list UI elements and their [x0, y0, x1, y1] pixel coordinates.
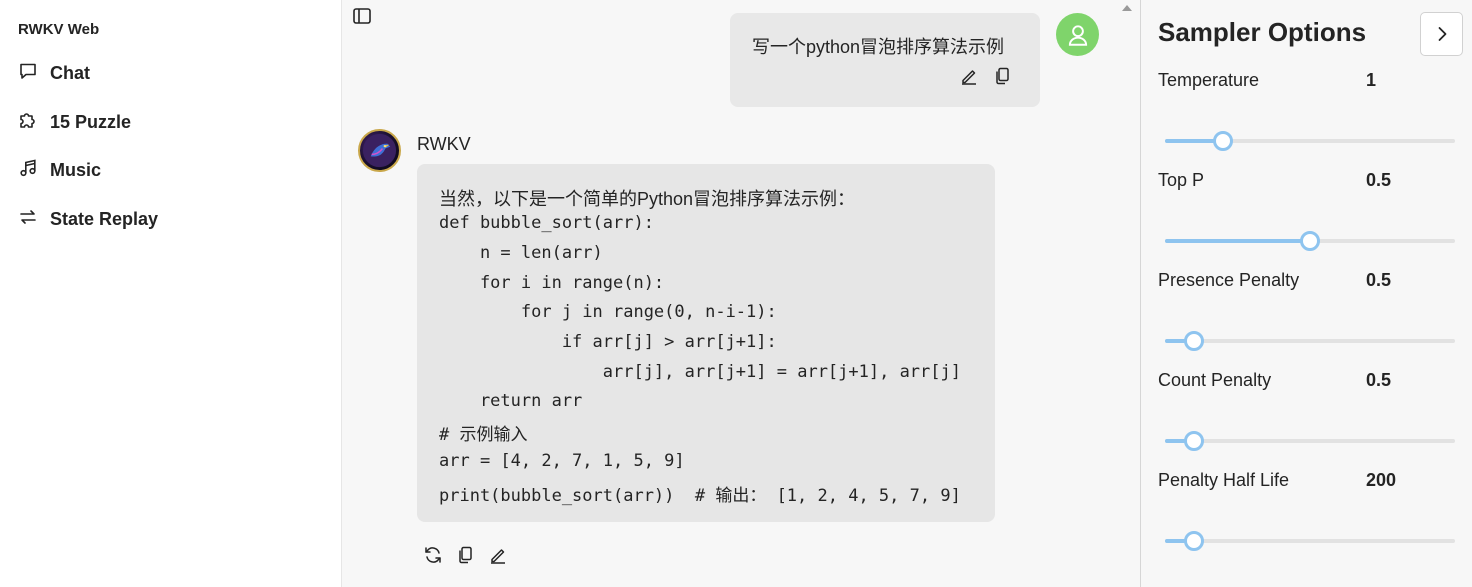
code-line: for i in range(n): [439, 273, 665, 293]
sidebar-item-state-replay[interactable]: State Replay [18, 206, 158, 232]
slider-thumb[interactable] [1300, 231, 1320, 251]
code-line: return arr [439, 391, 583, 411]
panel-toggle-icon [353, 8, 371, 24]
count-penalty-label: Count Penalty [1158, 370, 1272, 390]
presence-penalty-slider[interactable] [1165, 331, 1455, 351]
regenerate-button[interactable] [422, 544, 444, 566]
raven-logo-icon [362, 133, 397, 168]
edit-message-button[interactable] [958, 65, 980, 87]
penalty-half-life-value: 200 [1366, 470, 1397, 490]
user-message-bubble: 写一个python冒泡排序算法示例 [730, 13, 1040, 107]
copy-icon [459, 546, 472, 564]
sidebar-item-15-puzzle[interactable]: 15 Puzzle [18, 109, 131, 135]
collapse-panel-button[interactable] [1420, 12, 1463, 56]
top-p-label: Top P [1158, 170, 1205, 190]
penalty-half-life-slider[interactable] [1165, 531, 1455, 551]
presence-penalty-label: Presence Penalty [1158, 270, 1300, 290]
code-line: arr = [4, 2, 7, 1, 5, 9] [439, 451, 685, 471]
sampler-options-panel: Sampler Options Temperature 1 Top P 0.5 … [1140, 0, 1472, 587]
temperature-value: 1 [1366, 70, 1377, 90]
music-note-icon [18, 158, 38, 183]
copy-message-button[interactable] [991, 65, 1013, 87]
top-p-value: 0.5 [1366, 170, 1392, 190]
user-message-text: 写一个python冒泡排序算法示例 [752, 37, 1005, 57]
bot-name: RWKV [417, 134, 471, 154]
copy-response-button[interactable] [454, 544, 476, 566]
replay-arrows-icon [18, 207, 38, 232]
sidebar-item-label: Chat [50, 62, 90, 83]
chat-area: 写一个python冒泡排序算法示例 RWKV 当然，以下是一个简单的Python… [342, 0, 1116, 587]
temperature-slider[interactable] [1165, 131, 1455, 151]
brand-title: RWKV Web [18, 21, 100, 38]
copy-icon [996, 67, 1009, 85]
slider-fill [1165, 239, 1310, 243]
count-penalty-value: 0.5 [1366, 370, 1392, 390]
code-line: arr[j], arr[j+1] = arr[j+1], arr[j] [439, 362, 961, 382]
sidebar: RWKV Web Chat 15 Puzzle Music State Repl… [0, 0, 342, 587]
puzzle-icon [18, 110, 38, 135]
pencil-icon [491, 549, 505, 564]
code-line: n = len(arr) [439, 243, 603, 263]
bot-message-bubble: 当然，以下是一个简单的Python冒泡排序算法示例： def bubble_so… [417, 164, 995, 522]
slider-thumb[interactable] [1184, 531, 1204, 551]
refresh-icon [425, 547, 441, 563]
penalty-half-life-label: Penalty Half Life [1158, 470, 1290, 490]
top-p-slider[interactable] [1165, 231, 1455, 251]
person-icon [1068, 24, 1087, 46]
sidebar-item-label: Music [50, 159, 102, 180]
panel-title: Sampler Options [1158, 17, 1367, 47]
rwkv-avatar [358, 129, 401, 172]
slider-thumb[interactable] [1184, 431, 1204, 451]
sidebar-item-music[interactable]: Music [18, 157, 101, 183]
sidebar-item-chat[interactable]: Chat [18, 60, 90, 86]
code-line: for j in range(0, n-i-1): [439, 302, 777, 322]
sidebar-toggle-button[interactable] [352, 6, 372, 26]
bot-message-intro: 当然，以下是一个简单的Python冒泡排序算法示例： [439, 189, 856, 209]
scrollbar[interactable] [1116, 0, 1140, 587]
chat-icon [18, 61, 38, 86]
code-line: if arr[j] > arr[j+1]: [439, 332, 777, 352]
chevron-right-icon [1438, 27, 1446, 41]
count-penalty-slider[interactable] [1165, 431, 1455, 451]
edit-response-button[interactable] [487, 544, 509, 566]
user-avatar [1056, 13, 1099, 56]
slider-thumb[interactable] [1213, 131, 1233, 151]
pencil-icon [962, 70, 976, 85]
temperature-label: Temperature [1158, 70, 1260, 90]
sidebar-item-label: 15 Puzzle [50, 111, 132, 132]
presence-penalty-value: 0.5 [1366, 270, 1392, 290]
sidebar-item-label: State Replay [50, 208, 159, 229]
code-line: print(bubble_sort(arr)) # 输出： [1, 2, 4, … [439, 486, 961, 506]
slider-thumb[interactable] [1184, 331, 1204, 351]
code-line: # 示例输入 [439, 425, 528, 445]
code-line: def bubble_sort(arr): [439, 213, 654, 233]
scroll-up-arrow-icon[interactable] [1122, 5, 1132, 11]
app-root: RWKV Web Chat 15 Puzzle Music State Repl… [0, 0, 1472, 587]
